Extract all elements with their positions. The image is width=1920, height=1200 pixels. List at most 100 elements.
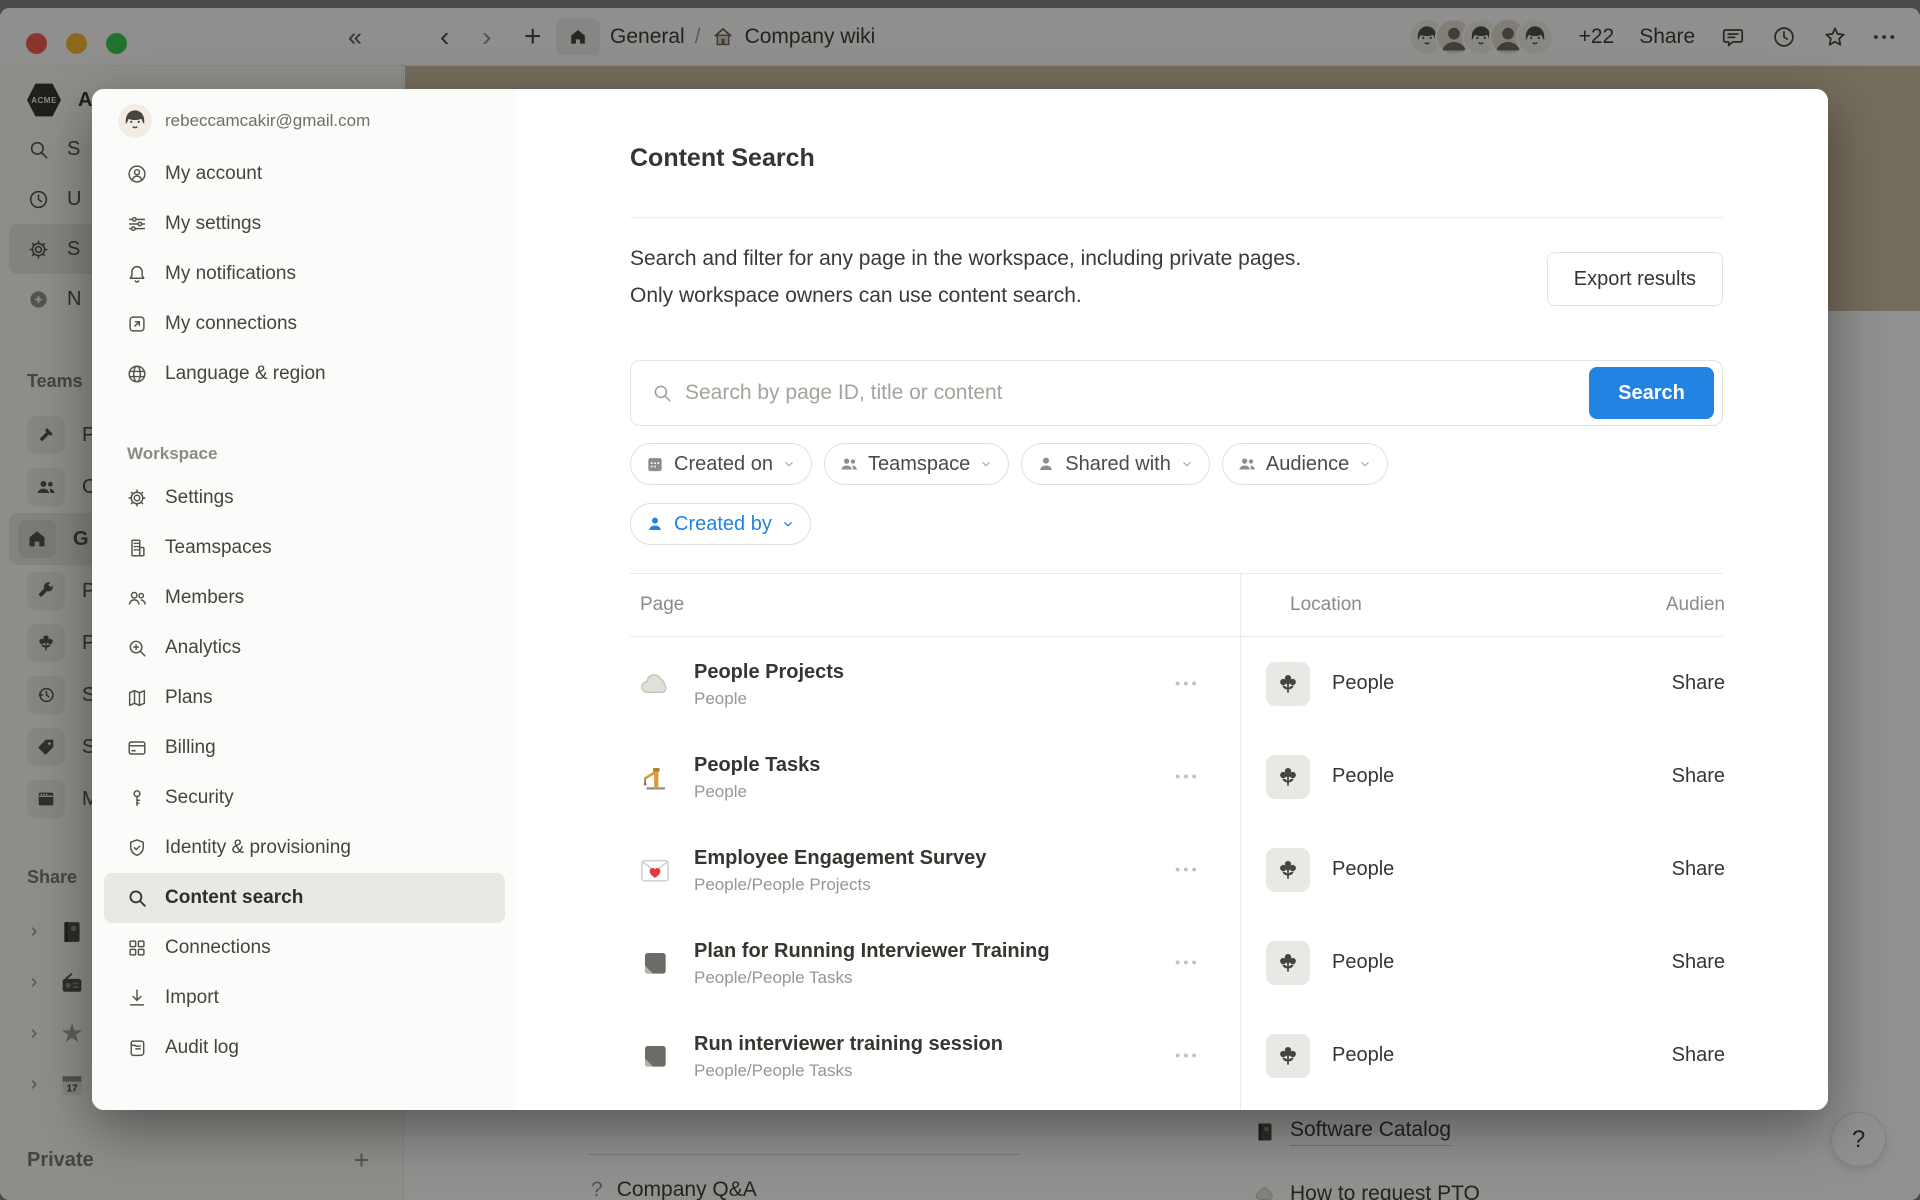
user-avatar [118, 104, 152, 138]
gear-icon [126, 487, 148, 509]
settings-nav-language-region[interactable]: Language & region [104, 349, 505, 399]
page-path: People/People Tasks [694, 968, 1050, 988]
content-search-panel: Content Search Search and filter for any… [517, 89, 1828, 1110]
people-icon [839, 454, 859, 474]
teamspace-flower-icon [1266, 848, 1310, 892]
search-icon [651, 382, 673, 404]
bell-icon [126, 263, 148, 285]
settings-nav-identity-provisioning[interactable]: Identity & provisioning [104, 823, 505, 873]
settings-nav-content-search[interactable]: Content search [104, 873, 505, 923]
settings-nav-import[interactable]: Import [104, 973, 505, 1023]
filter-shared-with[interactable]: Shared with [1021, 443, 1210, 485]
arrow-box-icon [126, 313, 148, 335]
magnifier-icon [126, 887, 148, 909]
settings-nav-members[interactable]: Members [104, 573, 505, 623]
table-row[interactable]: Plan for Running Interviewer Training Peo… [630, 916, 1723, 1009]
column-header-location: Location [1290, 594, 1362, 616]
scroll-icon [126, 1037, 148, 1059]
settings-nav-my-account[interactable]: My account [104, 149, 505, 199]
page-path: People [694, 782, 820, 802]
search-bar: Search [630, 360, 1723, 426]
workspace-section-heading: Workspace [127, 444, 505, 464]
love-letter-page-icon [636, 852, 674, 888]
page-description: Search and filter for any page in the wo… [630, 240, 1301, 314]
filter-teamspace[interactable]: Teamspace [824, 443, 1009, 485]
filter-created-by[interactable]: Created by [630, 503, 811, 545]
audience-cell: Share [1672, 951, 1725, 974]
page-title-cell: People Projects [694, 661, 844, 683]
chevron-down-icon [1358, 457, 1372, 471]
import-arrow-icon [126, 987, 148, 1009]
settings-nav-plans[interactable]: Plans [104, 673, 505, 723]
search-plus-icon [126, 637, 148, 659]
grid-icon [126, 937, 148, 959]
search-button[interactable]: Search [1589, 367, 1714, 419]
audience-cell: Share [1672, 1044, 1725, 1067]
desktop: « ‹ › + General / Company wiki +22 [0, 0, 1920, 1200]
page-card-icon [636, 1040, 674, 1072]
chevron-down-icon [781, 517, 795, 531]
teamspace-flower-icon [1266, 941, 1310, 985]
person-icon [1036, 454, 1056, 474]
results-table: Page Location Audien People Projects Peop… [630, 573, 1723, 1102]
row-more-options-icon[interactable]: ••• [1175, 768, 1200, 785]
chevron-down-icon [979, 457, 993, 471]
filter-created-on[interactable]: Created on [630, 443, 812, 485]
table-row[interactable]: Employee Engagement Survey People/People … [630, 823, 1723, 916]
row-more-options-icon[interactable]: ••• [1175, 675, 1200, 692]
settings-nav-audit-log[interactable]: Audit log [104, 1023, 505, 1073]
person-icon [645, 514, 665, 534]
settings-nav-security[interactable]: Security [104, 773, 505, 823]
page-title-cell: Plan for Running Interviewer Training [694, 940, 1050, 962]
location-cell: People [1332, 672, 1394, 695]
table-row[interactable]: People ProjectsPeople ••• People Share [630, 637, 1723, 730]
row-more-options-icon[interactable]: ••• [1175, 861, 1200, 878]
settings-nav-billing[interactable]: Billing [104, 723, 505, 773]
filter-audience[interactable]: Audience [1222, 443, 1388, 485]
app-window: « ‹ › + General / Company wiki +22 [0, 8, 1920, 1200]
credit-card-icon [126, 737, 148, 759]
divider [630, 217, 1723, 218]
person-circle-icon [126, 163, 148, 185]
settings-nav-settings[interactable]: Settings [104, 473, 505, 523]
settings-nav-connections[interactable]: Connections [104, 923, 505, 973]
teamspace-flower-icon [1266, 755, 1310, 799]
calendar-icon [645, 454, 665, 474]
settings-nav-analytics[interactable]: Analytics [104, 623, 505, 673]
row-more-options-icon[interactable]: ••• [1175, 1047, 1200, 1064]
settings-sidebar: rebeccamcakir@gmail.com My account My se… [92, 89, 517, 1110]
search-input[interactable] [685, 381, 1572, 405]
teamspace-flower-icon [1266, 1034, 1310, 1078]
chevron-down-icon [1180, 457, 1194, 471]
column-header-page: Page [640, 594, 684, 616]
export-results-button[interactable]: Export results [1547, 252, 1723, 306]
shield-check-icon [126, 837, 148, 859]
table-header: Page Location Audien [630, 573, 1723, 637]
settings-nav-teamspaces[interactable]: Teamspaces [104, 523, 505, 573]
settings-nav-my-notifications[interactable]: My notifications [104, 249, 505, 299]
globe-icon [126, 363, 148, 385]
row-more-options-icon[interactable]: ••• [1175, 954, 1200, 971]
table-row[interactable]: People TasksPeople ••• People Share [630, 730, 1723, 823]
settings-nav-my-settings[interactable]: My settings [104, 199, 505, 249]
cloud-page-icon [636, 666, 674, 702]
account-header[interactable]: rebeccamcakir@gmail.com [104, 101, 505, 141]
location-cell: People [1332, 765, 1394, 788]
building-icon [126, 537, 148, 559]
chevron-down-icon [782, 457, 796, 471]
table-row[interactable]: Run interviewer training sessionPeople/P… [630, 1009, 1723, 1102]
people-icon [126, 587, 148, 609]
audience-cell: Share [1672, 672, 1725, 695]
key-icon [126, 787, 148, 809]
user-email: rebeccamcakir@gmail.com [165, 111, 370, 131]
audience-cell: Share [1672, 765, 1725, 788]
page-path: People/People Tasks [694, 1061, 1003, 1081]
settings-modal: rebeccamcakir@gmail.com My account My se… [92, 89, 1828, 1110]
teamspace-flower-icon [1266, 662, 1310, 706]
settings-nav-my-connections[interactable]: My connections [104, 299, 505, 349]
location-cell: People [1332, 858, 1394, 881]
page-path: People/People Projects [694, 875, 986, 895]
location-cell: People [1332, 1044, 1394, 1067]
map-icon [126, 687, 148, 709]
page-title-cell: Employee Engagement Survey [694, 847, 986, 869]
